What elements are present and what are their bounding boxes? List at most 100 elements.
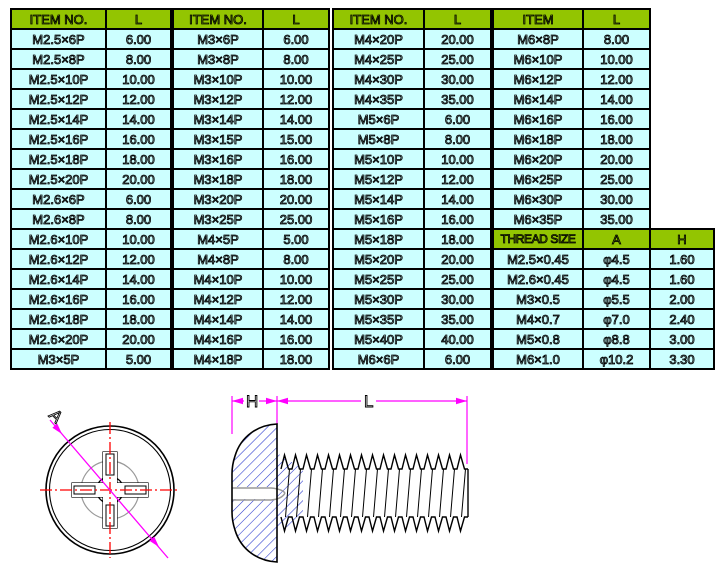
value-cell: 8.00: [106, 49, 171, 69]
item-cell: M5×20P: [333, 249, 424, 269]
table-row: M4×16P16.00: [173, 329, 329, 349]
table-row: M2.6×20P20.00: [11, 329, 171, 349]
value-cell: 16.00: [106, 129, 171, 149]
item-cell: M5×12P: [333, 169, 424, 189]
table-row: M3×14P14.00: [173, 109, 329, 129]
item-cell: M2.5×12P: [11, 89, 106, 109]
value-cell: 16.00: [424, 209, 491, 229]
item-cell: M4×12P: [173, 289, 263, 309]
table-row: M6×10P10.00: [493, 49, 650, 69]
table-row: M6×25P25.00: [493, 169, 650, 189]
value-cell: 35.00: [424, 309, 491, 329]
table-row: M6×16P16.00: [493, 109, 650, 129]
item-cell: M6×25P: [493, 169, 583, 189]
table-row: M5×20P20.00: [333, 249, 491, 269]
value-cell: 18.00: [583, 129, 650, 149]
item-cell: M5×18P: [333, 229, 424, 249]
value-cell: 25.00: [263, 209, 329, 229]
table-row: M4×8P8.00: [173, 249, 329, 269]
table-row: M6×18P18.00: [493, 129, 650, 149]
value-cell: 12.00: [106, 249, 171, 269]
table-row: M4×20P20.00: [333, 29, 491, 49]
header-row: THREAD SIZEAH: [493, 229, 714, 249]
item-cell: M3×20P: [173, 189, 263, 209]
value-cell: 12.00: [424, 169, 491, 189]
table-row: M3×20P20.00: [173, 189, 329, 209]
item-cell: M6×14P: [493, 89, 583, 109]
item-cell: M6×16P: [493, 109, 583, 129]
table-row: M3×5P5.00: [11, 349, 171, 369]
value-cell: 18.00: [106, 309, 171, 329]
value-cell: 20.00: [583, 149, 650, 169]
column-header: L: [583, 9, 650, 29]
item-cell: M3×25P: [173, 209, 263, 229]
table-row: M2.5×8P8.00: [11, 49, 171, 69]
table-row: M5×14P14.00: [333, 189, 491, 209]
column-header: ITEM: [493, 9, 583, 29]
table-row: M5×6P6.00: [333, 109, 491, 129]
item-cell: M3×18P: [173, 169, 263, 189]
value-cell: 14.00: [583, 89, 650, 109]
size-table-group-4: ITEMLM6×8P8.00M6×10P10.00M6×12P12.00M6×1…: [492, 8, 651, 230]
value-cell: 3.00: [650, 329, 714, 349]
item-cell: M2.6×10P: [11, 229, 106, 249]
table-row: M3×8P8.00: [173, 49, 329, 69]
table-row: M2.5×14P14.00: [11, 109, 171, 129]
value-cell: 16.00: [583, 109, 650, 129]
value-cell: 5.00: [263, 229, 329, 249]
dim-label-h: H: [246, 392, 258, 411]
item-cell: M2.5×6P: [11, 29, 106, 49]
table-row: M3×18P18.00: [173, 169, 329, 189]
table-row: M6×20P20.00: [493, 149, 650, 169]
value-cell: φ4.5: [583, 269, 650, 289]
value-cell: 14.00: [263, 109, 329, 129]
value-cell: 1.60: [650, 269, 714, 289]
value-cell: 6.00: [424, 109, 491, 129]
column-header: ITEM NO.: [333, 9, 424, 29]
item-cell: M2.6×18P: [11, 309, 106, 329]
item-cell: M5×0.8: [493, 329, 583, 349]
head-top-view-drawing: A: [26, 396, 198, 572]
value-cell: 2.00: [650, 289, 714, 309]
column-header: L: [106, 9, 171, 29]
table-row: M2.5×18P18.00: [11, 149, 171, 169]
table-row: M6×30P30.00: [493, 189, 650, 209]
dim-label-l: L: [364, 392, 373, 411]
table-row: M2.5×0.45φ4.51.60: [493, 249, 714, 269]
item-cell: M3×12P: [173, 89, 263, 109]
table-row: M4×5P5.00: [173, 229, 329, 249]
item-cell: M2.5×20P: [11, 169, 106, 189]
header-row: ITEM NO.L: [11, 9, 171, 29]
value-cell: 20.00: [424, 29, 491, 49]
table-row: M2.5×20P20.00: [11, 169, 171, 189]
item-cell: M5×16P: [333, 209, 424, 229]
table-row: M5×18P18.00: [333, 229, 491, 249]
table-row: M4×0.7φ7.02.40: [493, 309, 714, 329]
value-cell: φ7.0: [583, 309, 650, 329]
item-cell: M3×14P: [173, 109, 263, 129]
item-cell: M3×5P: [11, 349, 106, 369]
item-cell: M2.5×8P: [11, 49, 106, 69]
value-cell: 8.00: [263, 249, 329, 269]
table-row: M5×25P25.00: [333, 269, 491, 289]
value-cell: φ10.2: [583, 349, 650, 369]
value-cell: 15.00: [263, 129, 329, 149]
table-row: M3×0.5φ5.52.00: [493, 289, 714, 309]
screw-head-section: [231, 424, 285, 562]
item-cell: M4×18P: [173, 349, 263, 369]
value-cell: 18.00: [424, 229, 491, 249]
table-row: M2.5×6P6.00: [11, 29, 171, 49]
item-cell: M2.5×14P: [11, 109, 106, 129]
item-cell: M4×20P: [333, 29, 424, 49]
item-cell: M2.6×14P: [11, 269, 106, 289]
value-cell: 35.00: [583, 209, 650, 229]
value-cell: φ8.8: [583, 329, 650, 349]
value-cell: 14.00: [263, 309, 329, 329]
screw-spec-sheet: ITEM NO.LM2.5×6P6.00M2.5×8P8.00M2.5×10P1…: [0, 0, 720, 574]
threaded-shaft: [281, 455, 468, 531]
table-row: M2.5×16P16.00: [11, 129, 171, 149]
item-cell: M4×8P: [173, 249, 263, 269]
table-row: M2.6×8P8.00: [11, 209, 171, 229]
value-cell: 20.00: [106, 329, 171, 349]
table-row: M2.6×6P6.00: [11, 189, 171, 209]
